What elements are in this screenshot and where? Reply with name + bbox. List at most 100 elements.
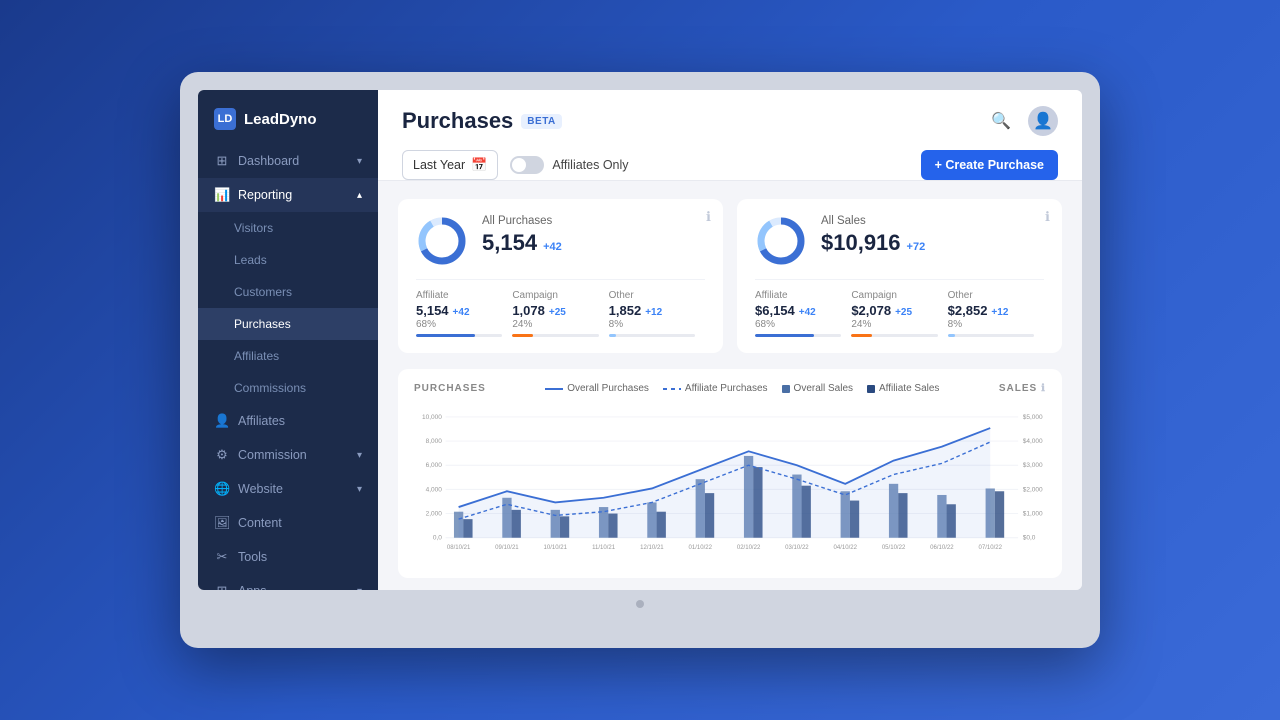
info-icon[interactable]: ℹ bbox=[706, 209, 711, 225]
apps-icon: ⊞ bbox=[214, 583, 230, 590]
sales-breakdown-affiliate: Affiliate $6,154 +42 68% bbox=[755, 290, 851, 337]
affiliates-icon: 👤 bbox=[214, 413, 230, 429]
sales-value: $10,916 bbox=[821, 230, 901, 256]
chart-info-icon[interactable]: ℹ bbox=[1041, 383, 1046, 394]
legend-dot-overall bbox=[782, 385, 790, 393]
sidebar-item-apps[interactable]: ⊞ Apps ▾ bbox=[198, 574, 378, 590]
logo: LD LeadDyno bbox=[198, 90, 378, 144]
sales-stat-card: ℹ All Sales bbox=[737, 199, 1062, 353]
sidebar-item-visitors[interactable]: Visitors bbox=[198, 212, 378, 244]
chart-header: PURCHASES Overall Purchases Affiliate Pu… bbox=[414, 383, 1046, 394]
create-purchase-button[interactable]: + Create Purchase bbox=[921, 150, 1058, 180]
chart-sales-label: SALES ℹ bbox=[999, 383, 1046, 394]
sales-breakdown-campaign: Campaign $2,078 +25 24% bbox=[851, 290, 947, 337]
sidebar-item-commissions[interactable]: Commissions bbox=[198, 372, 378, 404]
purchases-breakdown-other: Other 1,852 +12 8% bbox=[609, 290, 705, 337]
affiliates-toggle-switch[interactable] bbox=[510, 156, 544, 174]
sidebar-item-label: Dashboard bbox=[238, 154, 299, 168]
sidebar: LD LeadDyno ⊞ Dashboard ▾ 📊 Reporting ▴ … bbox=[198, 90, 378, 590]
svg-text:$3,000: $3,000 bbox=[1023, 462, 1043, 469]
svg-text:01/10/22: 01/10/22 bbox=[689, 545, 713, 551]
website-icon: 🌐 bbox=[214, 481, 230, 497]
legend-line-dashed bbox=[663, 388, 681, 390]
legend-overall-purchases: Overall Purchases bbox=[545, 383, 649, 394]
brand-name: LeadDyno bbox=[244, 111, 317, 128]
sidebar-item-website[interactable]: 🌐 Website ▾ bbox=[198, 472, 378, 506]
svg-text:02/10/22: 02/10/22 bbox=[737, 545, 761, 551]
sidebar-item-reporting[interactable]: 📊 Reporting ▴ bbox=[198, 178, 378, 212]
page-title: Purchases bbox=[402, 108, 513, 134]
sidebar-item-label: Apps bbox=[238, 584, 267, 590]
chart-svg: 10,000 8,000 6,000 4,000 2,000 0,0 $5,00… bbox=[414, 404, 1046, 559]
sidebar-item-leads[interactable]: Leads bbox=[198, 244, 378, 276]
svg-text:04/10/22: 04/10/22 bbox=[834, 545, 858, 551]
chevron-down-icon: ▾ bbox=[357, 586, 362, 591]
svg-text:$0,0: $0,0 bbox=[1023, 535, 1036, 542]
sidebar-item-label: Leads bbox=[234, 253, 267, 267]
svg-text:8,000: 8,000 bbox=[426, 438, 443, 445]
svg-text:03/10/22: 03/10/22 bbox=[785, 545, 809, 551]
chevron-down-icon: ▾ bbox=[357, 450, 362, 461]
svg-text:0,0: 0,0 bbox=[433, 535, 442, 542]
purchases-donut-chart bbox=[416, 215, 468, 267]
chart-legend: Overall Purchases Affiliate Purchases Ov… bbox=[545, 383, 939, 394]
monitor-frame: LD LeadDyno ⊞ Dashboard ▾ 📊 Reporting ▴ … bbox=[180, 72, 1100, 648]
legend-affiliate-purchases: Affiliate Purchases bbox=[663, 383, 768, 394]
body-area: ℹ All Purchases bbox=[378, 181, 1082, 590]
sidebar-item-content[interactable]: 🖼 Content bbox=[198, 506, 378, 540]
purchases-value: 5,154 bbox=[482, 230, 537, 256]
svg-text:$2,000: $2,000 bbox=[1023, 486, 1043, 493]
info-icon[interactable]: ℹ bbox=[1045, 209, 1050, 225]
svg-text:10,000: 10,000 bbox=[422, 414, 442, 421]
svg-text:4,000: 4,000 bbox=[426, 486, 443, 493]
sidebar-item-dashboard[interactable]: ⊞ Dashboard ▾ bbox=[198, 144, 378, 178]
purchases-card-top: All Purchases 5,154 +42 bbox=[416, 215, 705, 267]
chart-title: PURCHASES bbox=[414, 383, 486, 394]
sidebar-item-label: Customers bbox=[234, 285, 292, 299]
chevron-up-icon: ▴ bbox=[357, 190, 362, 201]
svg-text:$5,000: $5,000 bbox=[1023, 414, 1043, 421]
affiliates-toggle-label: Affiliates Only bbox=[552, 158, 628, 172]
sidebar-item-affiliates-sub[interactable]: Affiliates bbox=[198, 340, 378, 372]
chart-card: PURCHASES Overall Purchases Affiliate Pu… bbox=[398, 369, 1062, 578]
reporting-icon: 📊 bbox=[214, 187, 230, 203]
sales-card-top: All Sales $10,916 +72 bbox=[755, 215, 1044, 267]
purchases-stat-info: All Purchases 5,154 +42 bbox=[482, 215, 705, 256]
sales-stat-info: All Sales $10,916 +72 bbox=[821, 215, 1044, 256]
sidebar-item-label: Content bbox=[238, 516, 282, 530]
sidebar-item-label: Commissions bbox=[234, 381, 306, 395]
svg-text:2,000: 2,000 bbox=[426, 510, 443, 517]
purchases-breakdown-affiliate: Affiliate 5,154 +42 68% bbox=[416, 290, 512, 337]
monitor-screen: LD LeadDyno ⊞ Dashboard ▾ 📊 Reporting ▴ … bbox=[198, 90, 1082, 590]
main-content: Purchases BETA 🔍 👤 Last Year 📅 bbox=[378, 90, 1082, 590]
sidebar-item-label: Visitors bbox=[234, 221, 273, 235]
svg-text:$4,000: $4,000 bbox=[1023, 438, 1043, 445]
purchases-label: All Purchases bbox=[482, 215, 705, 227]
sidebar-item-affiliates[interactable]: 👤 Affiliates bbox=[198, 404, 378, 438]
sales-main: $10,916 +72 bbox=[821, 230, 1044, 256]
sidebar-item-commission[interactable]: ⚙ Commission ▾ bbox=[198, 438, 378, 472]
sales-delta: +72 bbox=[907, 241, 926, 253]
legend-affiliate-sales: Affiliate Sales bbox=[867, 383, 939, 394]
sidebar-item-purchases[interactable]: Purchases bbox=[198, 308, 378, 340]
commission-icon: ⚙ bbox=[214, 447, 230, 463]
legend-line-solid bbox=[545, 388, 563, 390]
header-actions: 🔍 👤 bbox=[986, 106, 1058, 136]
purchases-stat-card: ℹ All Purchases bbox=[398, 199, 723, 353]
svg-text:10/10/21: 10/10/21 bbox=[544, 545, 568, 551]
toolbar: Last Year 📅 Affiliates Only + Create Pur… bbox=[402, 150, 1058, 180]
purchases-breakdown-campaign: Campaign 1,078 +25 24% bbox=[512, 290, 608, 337]
legend-overall-sales: Overall Sales bbox=[782, 383, 853, 394]
sales-breakdown-other: Other $2,852 +12 8% bbox=[948, 290, 1044, 337]
main-header: Purchases BETA 🔍 👤 Last Year 📅 bbox=[378, 90, 1082, 181]
svg-text:07/10/22: 07/10/22 bbox=[978, 545, 1002, 551]
avatar[interactable]: 👤 bbox=[1028, 106, 1058, 136]
search-button[interactable]: 🔍 bbox=[986, 106, 1016, 136]
sidebar-item-tools[interactable]: ✂ Tools bbox=[198, 540, 378, 574]
date-filter[interactable]: Last Year 📅 bbox=[402, 150, 498, 180]
purchases-main: 5,154 +42 bbox=[482, 230, 705, 256]
sidebar-item-customers[interactable]: Customers bbox=[198, 276, 378, 308]
svg-text:6,000: 6,000 bbox=[426, 462, 443, 469]
sidebar-item-label: Purchases bbox=[234, 317, 291, 331]
content-icon: 🖼 bbox=[214, 515, 230, 531]
